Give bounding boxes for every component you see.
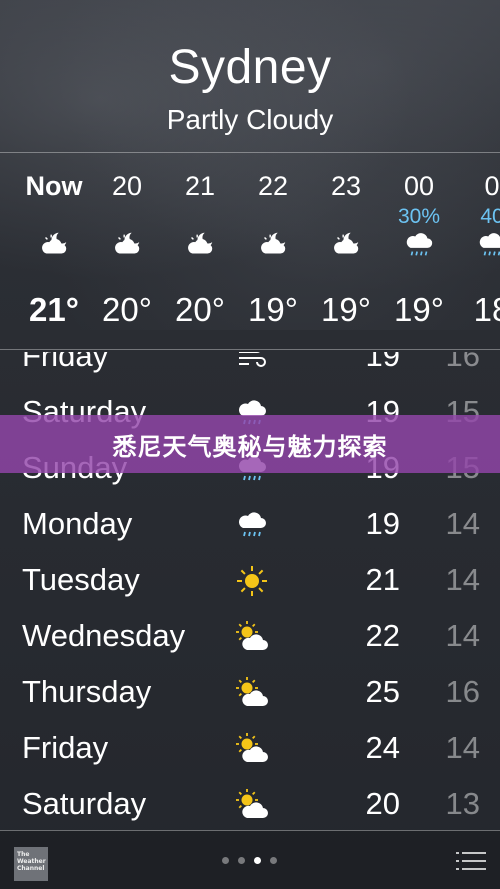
page-dot[interactable] [254,857,261,864]
rain-icon [403,229,435,261]
hour-temperature: 20° [102,291,152,328]
partly-sunny-icon [235,620,269,654]
hour-label: 22 [257,171,289,201]
day-name: Friday [22,352,109,373]
wind-icon [235,352,269,374]
day-name: Saturday [22,786,147,821]
title-banner: 悉尼天气奥秘与魅力探索 [0,415,500,473]
partly-cloudy-night-icon [38,229,70,261]
high-temperature: 20 [365,786,400,821]
partly-cloudy-night-icon [257,229,289,261]
hour-temperature: 18 [473,291,500,328]
daily-row: Tuesday 21 14 [0,556,500,612]
partly-cloudy-night-icon [330,229,362,261]
partly-sunny-icon [235,788,269,822]
low-temperature: 14 [445,618,480,653]
city-name: Sydney [168,41,332,94]
day-name: Wednesday [22,618,186,653]
rain-icon [235,508,269,542]
partly-cloudy-night-icon [111,229,143,261]
current-condition: Partly Cloudy [166,104,334,135]
weather-channel-logo[interactable]: The Weather Channel [14,847,48,881]
high-temperature: 25 [365,674,400,709]
low-temperature: 14 [445,506,480,541]
hour-temperature: 19° [394,291,444,328]
hour-temperature: 19° [248,291,298,328]
status-bar [0,0,500,8]
daily-row: Friday 24 14 [0,724,500,780]
hour-temperature: 19° [321,291,371,328]
day-name: Tuesday [22,562,140,597]
daily-row: Saturday 20 13 [0,780,500,830]
partly-sunny-icon [235,732,269,766]
high-temperature: 21 [365,562,400,597]
page-dot[interactable] [222,857,229,864]
daily-row: Thursday 25 16 [0,668,500,724]
partly-cloudy-night-icon [184,229,216,261]
low-temperature: 16 [445,674,480,709]
low-temperature: 16 [445,352,480,373]
low-temperature: 14 [445,730,480,765]
page-dot[interactable] [270,857,277,864]
low-temperature: 14 [445,562,480,597]
hour-label: Now [25,171,83,201]
daily-row: Monday 19 14 [0,500,500,556]
sun-icon [235,564,269,598]
partly-sunny-icon [235,676,269,710]
hour-label: 0 [484,171,500,201]
high-temperature: 22 [365,618,400,653]
high-temperature: 19 [365,506,400,541]
hour-temperature: 20° [175,291,225,328]
hour-label: 20 [111,171,143,201]
precip-chance: 40 [480,205,500,228]
high-temperature: 19 [365,352,400,373]
daily-row: Wednesday 22 14 [0,612,500,668]
day-name: Friday [22,730,109,765]
banner-text: 悉尼天气奥秘与魅力探索 [112,433,388,461]
hour-label: 21 [184,171,216,201]
bottom-toolbar: The Weather Channel [0,830,500,889]
list-icon[interactable] [456,851,486,871]
hour-temperature: 21° [29,291,79,328]
day-name: Thursday [22,674,152,709]
hour-label: 00 [403,171,435,201]
rain-icon [476,229,500,261]
day-name: Monday [22,506,133,541]
high-temperature: 24 [365,730,400,765]
hourly-forecast-strip[interactable]: Now 21° 20 20° 21 20° 22 19° 23 19° 00 30% 19° 0 40 18 [0,152,500,350]
hour-label: 23 [330,171,362,201]
daily-row: Friday 19 16 [0,352,500,388]
precip-chance: 30% [397,205,441,228]
low-temperature: 13 [445,786,480,821]
page-dot[interactable] [238,857,245,864]
